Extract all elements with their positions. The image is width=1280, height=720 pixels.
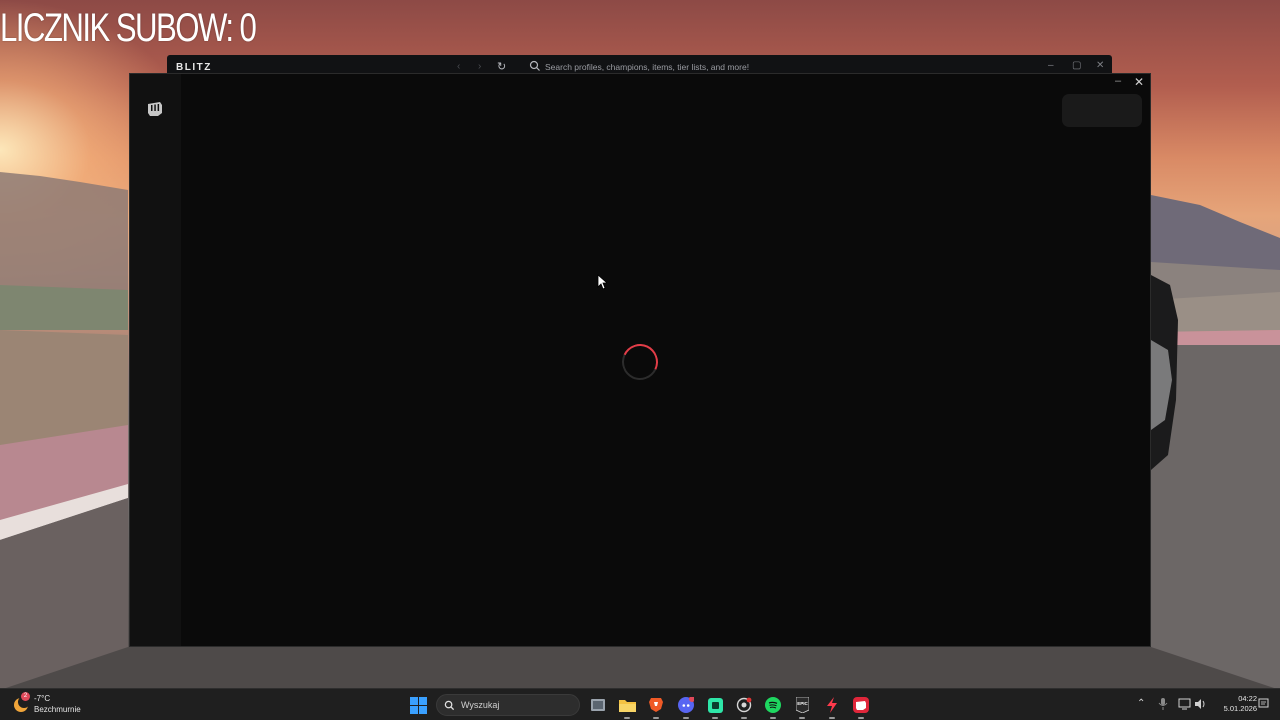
epic-games-button[interactable]: EPIC (791, 694, 813, 719)
spotify-button[interactable] (762, 694, 784, 719)
discord-button[interactable] (675, 694, 697, 719)
taskbar-search[interactable]: Wyszukaj (436, 694, 580, 716)
search-placeholder: Search profiles, champions, items, tier … (545, 62, 750, 72)
blitz-loading-window[interactable]: – ✕ (129, 73, 1151, 647)
brave-browser-button[interactable] (645, 694, 667, 719)
running-indicator (799, 717, 805, 719)
running-indicator (858, 717, 864, 719)
file-explorer-button[interactable] (616, 694, 638, 719)
windows-start-icon[interactable] (410, 697, 427, 714)
svg-text:EPIC: EPIC (797, 701, 808, 706)
record-icon (736, 697, 752, 713)
task-view-icon (591, 699, 605, 711)
epic-icon: EPIC (795, 697, 809, 713)
riot-icon (853, 697, 869, 713)
riot-fist-icon[interactable] (146, 101, 164, 117)
blitz-brand-title: BLITZ (176, 62, 212, 73)
clock-date: 5.01.2026 (1223, 704, 1257, 713)
tray-overflow-icon[interactable]: ⌃ (1137, 698, 1145, 709)
folder-icon (618, 700, 636, 712)
mouse-cursor-icon (597, 274, 607, 290)
riot-client-button[interactable] (850, 694, 872, 719)
microphone-icon[interactable] (1158, 698, 1168, 710)
subscriber-counter-overlay: LICZNIK SUBOW: 0 (0, 6, 257, 50)
running-indicator (712, 717, 718, 719)
close-icon[interactable]: ✕ (1131, 74, 1147, 90)
taskbar: 2 -7°C Bezchmurnie Wyszukaj EPIC ⌃ 04:22… (0, 688, 1280, 720)
app-green-button[interactable] (704, 694, 726, 719)
lightning-icon (827, 697, 837, 713)
running-indicator (741, 717, 747, 719)
brave-icon (649, 698, 663, 712)
obs-button[interactable] (733, 694, 755, 719)
app-icon (707, 697, 723, 713)
loading-spinner (616, 338, 664, 386)
discord-icon (678, 697, 694, 713)
network-icon[interactable] (1178, 698, 1191, 710)
sidebar (130, 74, 181, 646)
running-indicator (683, 717, 689, 719)
taskbar-search-label: Wyszukaj (461, 700, 500, 710)
task-view-button[interactable] (587, 694, 609, 716)
volume-icon[interactable] (1194, 698, 1207, 710)
reload-icon[interactable]: ↻ (497, 60, 506, 73)
running-indicator (653, 717, 659, 719)
weather-description: Bezchmurnie (34, 705, 81, 714)
forward-arrow-icon[interactable]: › (478, 61, 481, 72)
weather-temperature: -7°C (34, 694, 51, 703)
minimize-icon[interactable]: – (1111, 74, 1125, 88)
search-icon (529, 60, 540, 71)
notification-icon[interactable] (1258, 698, 1269, 710)
taskbar-clock[interactable]: 04:22 5.01.2026 (1213, 694, 1257, 714)
search-icon (444, 700, 455, 711)
blitz-lightning-button[interactable] (821, 694, 843, 719)
spotify-icon (765, 697, 781, 713)
maximize-icon[interactable]: ▢ (1072, 60, 1081, 71)
back-arrow-icon[interactable]: ‹ (457, 61, 460, 72)
clock-time: 04:22 (1238, 694, 1257, 703)
skeleton-placeholder (1062, 94, 1142, 127)
weather-badge: 2 (21, 692, 30, 701)
running-indicator (829, 717, 835, 719)
running-indicator (770, 717, 776, 719)
running-indicator (624, 717, 630, 719)
minimize-icon[interactable]: – (1048, 60, 1054, 71)
close-icon[interactable]: ✕ (1096, 60, 1104, 71)
